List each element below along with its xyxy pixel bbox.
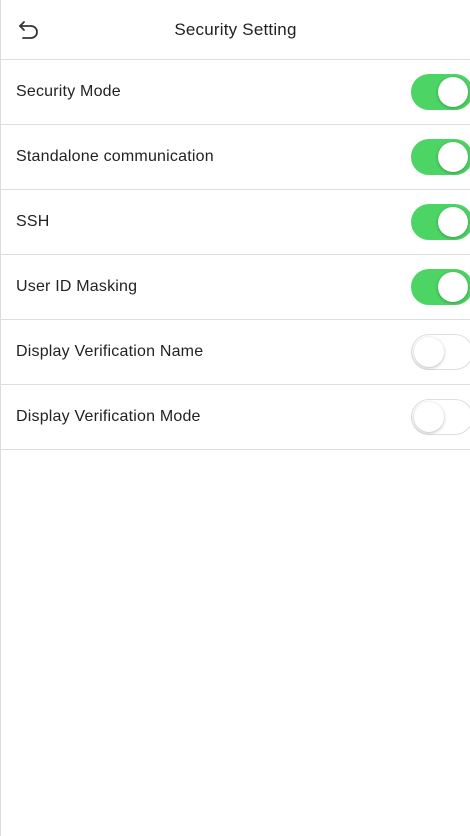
- toggle-knob: [438, 142, 468, 172]
- toggle-knob: [414, 402, 444, 432]
- header-bar: Security Setting: [1, 0, 470, 60]
- display-verification-name-toggle[interactable]: [411, 334, 470, 370]
- setting-label: Display Verification Mode: [16, 408, 201, 425]
- page-title: Security Setting: [174, 19, 297, 39]
- setting-label: Security Mode: [16, 83, 121, 100]
- ssh-toggle[interactable]: [411, 204, 470, 240]
- toggle-knob: [438, 77, 468, 107]
- setting-label: User ID Masking: [16, 278, 138, 295]
- back-button[interactable]: [15, 17, 43, 43]
- display-verification-mode-toggle[interactable]: [411, 399, 470, 435]
- setting-row-display-verification-name[interactable]: Display Verification Name: [1, 320, 470, 385]
- setting-row-security-mode[interactable]: Security Mode: [1, 60, 470, 125]
- back-arrow-icon: [19, 21, 38, 39]
- user-id-masking-toggle[interactable]: [411, 269, 470, 305]
- toggle-knob: [438, 272, 468, 302]
- setting-row-standalone-communication[interactable]: Standalone communication: [1, 125, 470, 190]
- setting-label: SSH: [16, 213, 50, 230]
- setting-label: Standalone communication: [16, 148, 214, 165]
- toggle-knob: [438, 207, 468, 237]
- standalone-communication-toggle[interactable]: [411, 139, 470, 175]
- setting-label: Display Verification Name: [16, 343, 204, 360]
- setting-row-user-id-masking[interactable]: User ID Masking: [1, 255, 470, 320]
- security-mode-toggle[interactable]: [411, 74, 470, 110]
- toggle-knob: [414, 337, 444, 367]
- settings-list: Security Mode Standalone communication S…: [1, 60, 470, 450]
- security-setting-screen: Security Setting Security Mode Standalon…: [0, 0, 470, 836]
- setting-row-display-verification-mode[interactable]: Display Verification Mode: [1, 385, 470, 450]
- setting-row-ssh[interactable]: SSH: [1, 190, 470, 255]
